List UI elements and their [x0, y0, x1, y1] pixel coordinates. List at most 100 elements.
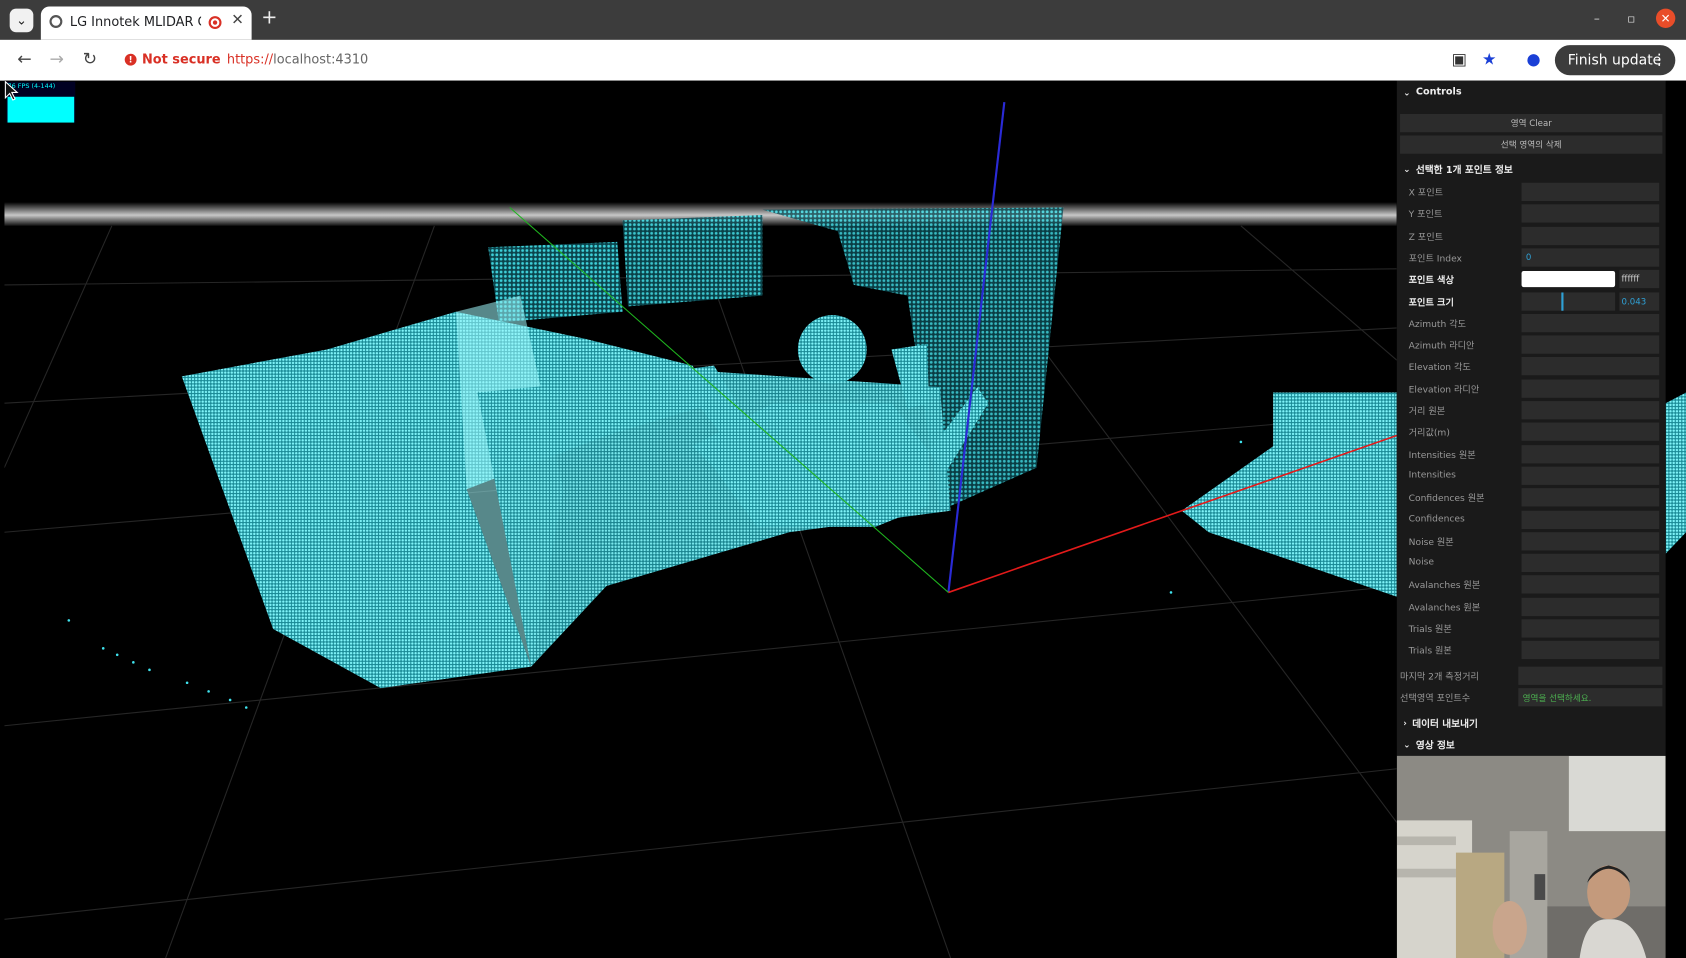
point-info-label: 거리 원본 — [1408, 406, 1446, 418]
point-info-label: Noise — [1408, 557, 1435, 568]
more-icon[interactable]: ⋮ — [1652, 52, 1667, 69]
forward-icon[interactable]: → — [49, 48, 63, 68]
reload-icon[interactable]: ↻ — [83, 48, 97, 68]
video-header[interactable]: ⌄ 영상 정보 — [1397, 733, 1666, 755]
area-clear-button[interactable]: 영역 Clear — [1400, 113, 1663, 133]
point-size-input[interactable]: 0.043 — [1619, 291, 1660, 311]
point-info-row: Intensities 원본 — [1400, 444, 1662, 464]
point-info-row: Elevation 라디안 — [1400, 378, 1662, 398]
camera-icon[interactable]: ▣ — [1452, 49, 1467, 68]
point-cloud-canvas[interactable] — [4, 81, 1397, 958]
point-info-row: Trials 원본 — [1400, 640, 1662, 660]
point-info-row: 거리값(m) — [1400, 422, 1662, 442]
security-indicator[interactable]: ! Not secure — [124, 51, 221, 67]
ground-grid — [4, 225, 1397, 958]
plus-icon[interactable]: + — [261, 6, 277, 29]
point-info-row: 거리 원본 — [1400, 400, 1662, 420]
address-icons: ▣ ★ ● — [1452, 49, 1541, 68]
selected-count-label: 선택영역 포인트수 — [1400, 693, 1471, 705]
point-color-swatch[interactable] — [1521, 271, 1616, 288]
point-info-field — [1521, 597, 1660, 616]
last-distance-label: 마지막 2개 측정거리 — [1400, 672, 1479, 683]
slider-knob[interactable] — [1560, 291, 1563, 311]
control-panel: ⌄ Controls 영역 Clear 선택 영역의 삭제 ⌄ 선택한 1개 포인트… — [1396, 80, 1666, 958]
point-info-row: Intensities — [1400, 465, 1662, 485]
point-info-label: X 포인트 — [1408, 188, 1444, 199]
point-info-label: Confidences — [1408, 513, 1465, 525]
point-info-label: Avalanches 원본 — [1408, 581, 1481, 592]
viewport-right-edge — [1665, 80, 1686, 958]
point-info-field — [1521, 553, 1660, 573]
point-info-row: Noise 원본 — [1400, 531, 1662, 551]
back-icon[interactable]: ← — [17, 48, 31, 68]
point-info-title: 선택한 1개 포인트 정보 — [1415, 165, 1513, 176]
star-icon[interactable]: ★ — [1482, 49, 1496, 68]
point-info-field — [1521, 226, 1660, 245]
point-info-field — [1521, 488, 1660, 507]
point-info-field — [1521, 379, 1660, 398]
point-info-label: Noise 원본 — [1408, 537, 1454, 549]
tab-strip: ⌄ LG Innotek MLIDAR C ✕ + – ▫ ✕ — [0, 0, 1686, 40]
window-controls: – ▫ ✕ — [1587, 8, 1676, 28]
chevron-down-icon: ⌄ — [1403, 739, 1411, 749]
point-info-label: Y 포인트 — [1408, 209, 1443, 221]
restore-icon[interactable]: ▫ — [1622, 11, 1641, 25]
globe-icon — [49, 15, 63, 28]
point-info-header[interactable]: ⌄ 선택한 1개 포인트 정보 — [1397, 158, 1666, 180]
point-info-field — [1521, 182, 1660, 202]
point-info-field — [1521, 357, 1660, 376]
close-icon[interactable]: ✕ — [231, 12, 244, 29]
point-color-input[interactable]: ffffff — [1619, 270, 1660, 289]
tab-list-icon[interactable]: ⌄ — [9, 8, 34, 33]
point-info-row: X 포인트 — [1400, 182, 1662, 202]
point-info-field — [1521, 401, 1660, 420]
security-label: Not secure — [141, 51, 221, 67]
point-info-label: Elevation 각도 — [1408, 362, 1471, 374]
minimize-icon[interactable]: – — [1587, 11, 1606, 25]
point-info-row: Confidences — [1400, 509, 1662, 529]
mouse-cursor-icon — [4, 80, 19, 101]
point-info-row: Trials 원본 — [1400, 618, 1662, 638]
point-info-row: Noise — [1400, 553, 1662, 573]
selected-count-row: 선택영역 포인트수 영역을 선택하세요. — [1400, 687, 1663, 707]
webcam-video[interactable] — [1396, 755, 1666, 958]
finish-update-button[interactable]: Finish update ⋮ — [1554, 45, 1676, 76]
point-info-field — [1521, 444, 1660, 463]
point-info-row: Avalanches 원본 — [1400, 575, 1662, 595]
close-window-icon[interactable]: ✕ — [1655, 8, 1676, 28]
video-title: 영상 정보 — [1415, 740, 1455, 752]
point-info-label: 거리값(m) — [1408, 428, 1450, 440]
selected-count-field: 영역을 선택하세요. — [1518, 688, 1663, 707]
screen: ⌄ LG Innotek MLIDAR C ✕ + – ▫ ✕ ← → ↻ ! … — [0, 0, 1686, 958]
point-info-field — [1521, 313, 1660, 333]
point-info-label: 포인트 색상 — [1408, 275, 1454, 287]
point-cloud-viewport[interactable]: 76 FPS (4-144) — [4, 80, 1397, 958]
finish-update-label: Finish update — [1567, 52, 1662, 69]
export-header[interactable]: › 데이터 내보내기 — [1397, 712, 1666, 734]
point-info-field — [1521, 619, 1660, 638]
recording-icon — [208, 16, 222, 30]
point-info-label: Elevation 라디안 — [1408, 384, 1480, 396]
chevron-down-icon: ⌄ — [1403, 163, 1411, 174]
point-info-field — [1521, 575, 1660, 594]
point-info-row: Azimuth 라디안 — [1400, 334, 1662, 354]
delete-selection-button[interactable]: 선택 영역의 삭제 — [1400, 135, 1663, 154]
point-info-label: Azimuth 각도 — [1408, 319, 1467, 330]
point-info-label: Intensities — [1408, 469, 1456, 481]
point-size-slider[interactable] — [1521, 291, 1616, 311]
controls-title: Controls — [1415, 87, 1462, 98]
point-info-field — [1521, 510, 1660, 529]
profile-icon[interactable]: ● — [1527, 49, 1541, 68]
point-info-field — [1521, 532, 1660, 551]
browser-tab[interactable]: LG Innotek MLIDAR C ✕ — [40, 6, 252, 40]
url-field[interactable]: https://localhost:4310 — [227, 52, 368, 67]
tab-title: LG Innotek MLIDAR C — [69, 13, 202, 30]
point-info-row: 포인트 크기 0.043 — [1400, 291, 1662, 311]
point-info-field — [1521, 422, 1660, 442]
chevron-right-icon: › — [1403, 717, 1407, 728]
point-info-row: Elevation 각도 — [1400, 356, 1662, 376]
controls-header[interactable]: ⌄ Controls — [1397, 82, 1666, 104]
last-distance-field — [1518, 666, 1663, 685]
point-info-label: 포인트 크기 — [1408, 297, 1454, 309]
point-info-row: 포인트 Index 0 — [1400, 247, 1662, 267]
